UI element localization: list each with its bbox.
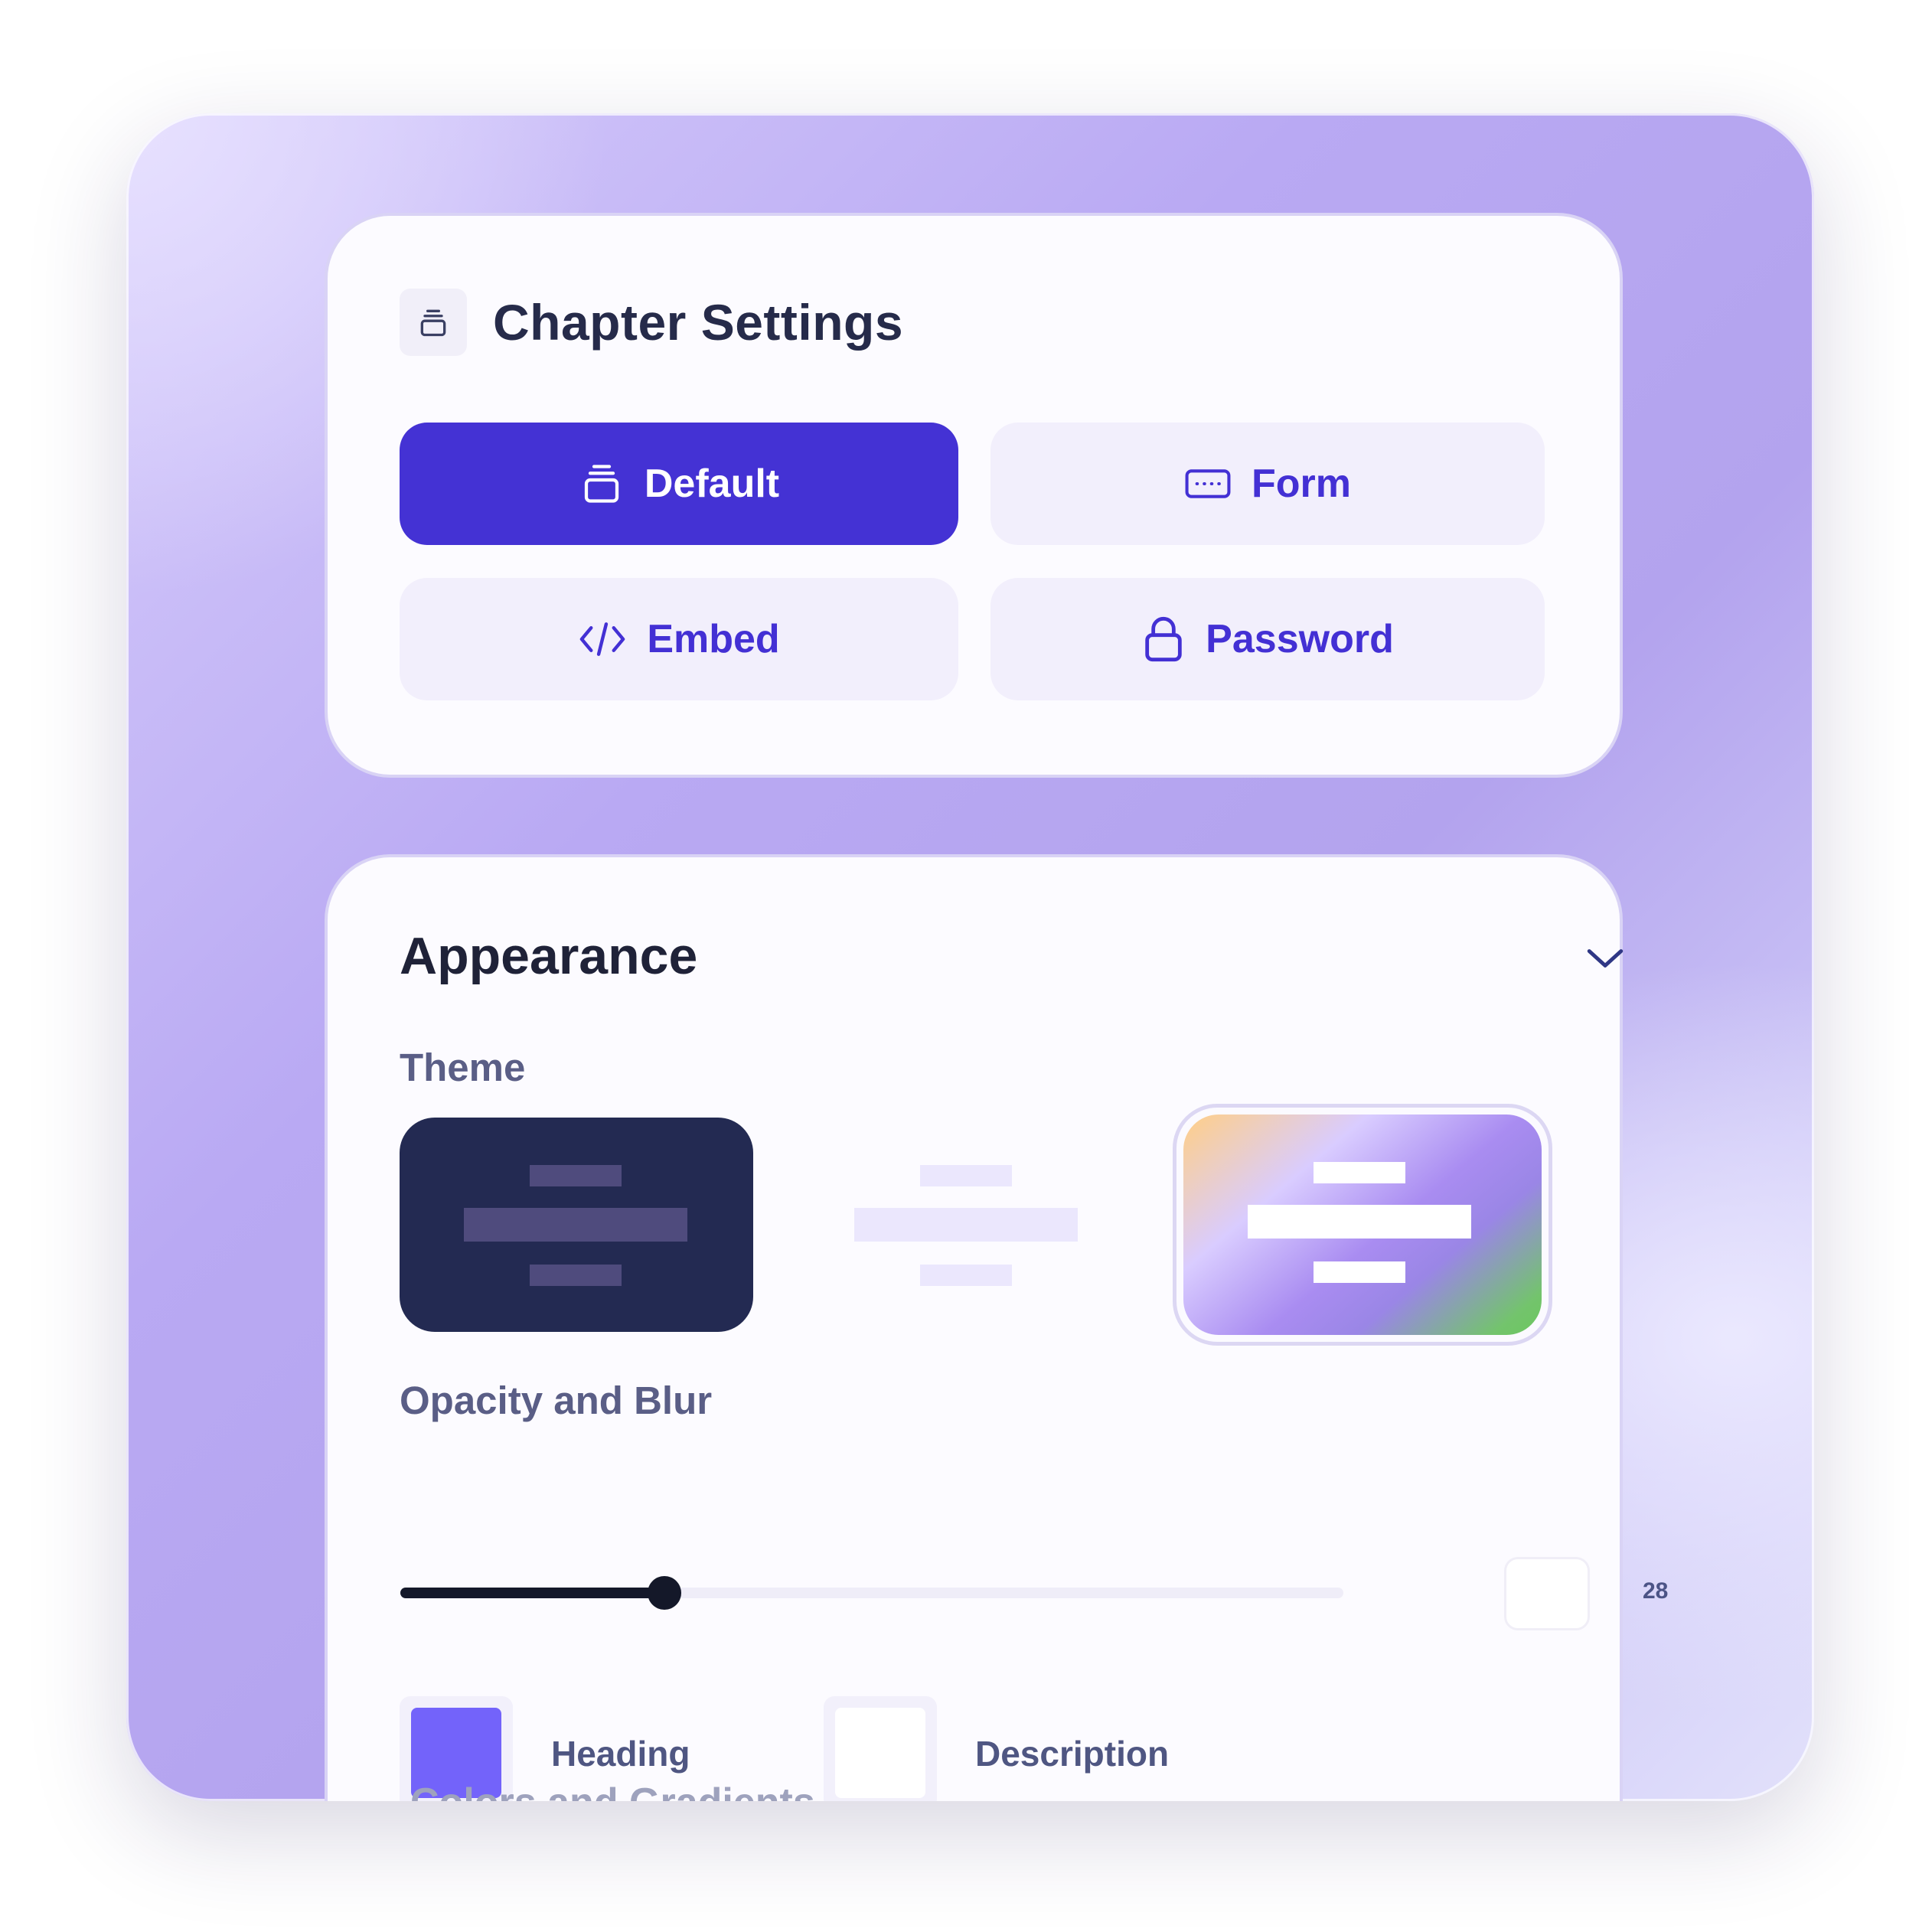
form-label: Form <box>1252 462 1351 506</box>
stack-icon <box>400 289 467 356</box>
heading-label: Heading <box>551 1734 690 1774</box>
preview-line <box>1248 1205 1471 1239</box>
embed-label: Embed <box>647 617 780 661</box>
opacity-value-input[interactable] <box>1504 1557 1590 1630</box>
settings-header: Chapter Settings <box>400 289 903 356</box>
theme-light-option[interactable] <box>790 1118 1144 1332</box>
slider-thumb[interactable] <box>647 1576 681 1610</box>
preview-line <box>920 1165 1012 1186</box>
stack-icon <box>579 460 625 507</box>
description-label: Description <box>975 1734 1170 1774</box>
password-label: Password <box>1206 617 1394 661</box>
colors-gradients-heading: Colors and Gradients <box>410 1780 815 1801</box>
lock-icon <box>1141 615 1186 664</box>
preview-line <box>464 1208 687 1242</box>
chevron-down-icon[interactable] <box>1584 945 1626 975</box>
preview-line <box>854 1208 1078 1242</box>
appearance-card: Appearance Theme Opacity and Blur 28 Hea… <box>325 854 1668 1801</box>
slider-fill <box>400 1588 664 1598</box>
preview-line <box>530 1165 622 1186</box>
preview-line <box>920 1265 1012 1286</box>
default-button[interactable]: Default <box>400 423 958 545</box>
password-button[interactable]: Password <box>990 578 1545 700</box>
section-title: Appearance <box>400 927 698 985</box>
keyboard-icon <box>1184 467 1232 501</box>
description-color-fill <box>835 1708 925 1798</box>
preview-line <box>1314 1162 1405 1183</box>
embed-button[interactable]: Embed <box>400 578 958 700</box>
code-icon <box>578 619 627 659</box>
opacity-slider[interactable] <box>400 1576 1343 1610</box>
page-title: Chapter Settings <box>493 294 904 351</box>
opacity-label: Opacity and Blur <box>400 1379 713 1422</box>
app-frame: Chapter Settings Default Form Embed Pass… <box>126 113 1814 1801</box>
preview-line <box>1314 1261 1405 1283</box>
preview-line <box>530 1265 622 1286</box>
description-color-swatch[interactable] <box>824 1696 937 1801</box>
chapter-settings-card: Chapter Settings Default Form Embed Pass… <box>325 213 1623 778</box>
theme-gradient-option[interactable] <box>1183 1114 1542 1335</box>
theme-label: Theme <box>400 1046 526 1089</box>
default-label: Default <box>644 462 780 506</box>
opacity-value: 28 <box>1643 1578 1669 1604</box>
form-button[interactable]: Form <box>990 423 1545 545</box>
theme-dark-option[interactable] <box>400 1118 753 1332</box>
